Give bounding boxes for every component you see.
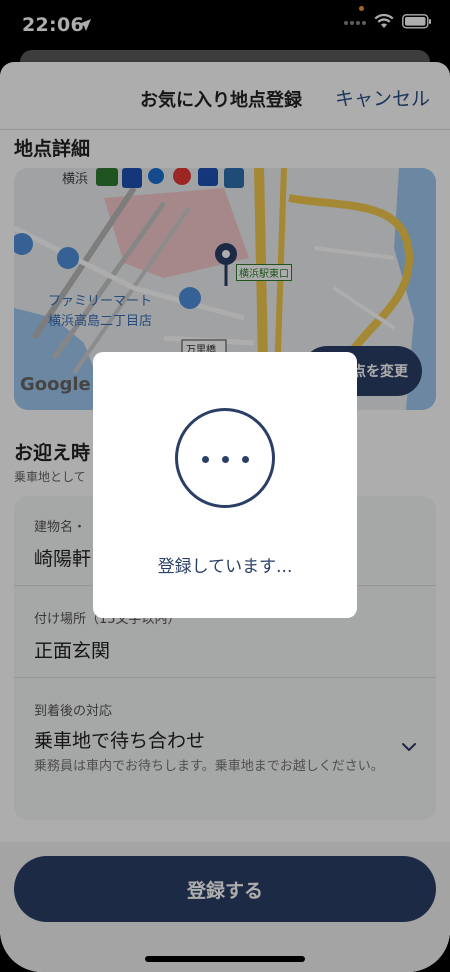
loading-dot xyxy=(222,456,229,463)
loading-dot xyxy=(242,456,249,463)
loading-ellipsis-icon xyxy=(175,408,275,508)
loading-dialog: 登録しています... xyxy=(93,352,357,618)
loading-message: 登録しています... xyxy=(157,557,293,577)
loading-dot xyxy=(202,456,209,463)
phone-screen: 22:06 お気に入り地点登録 キャンセル 地点詳細 横浜 ファミリーマート 横… xyxy=(0,0,450,972)
